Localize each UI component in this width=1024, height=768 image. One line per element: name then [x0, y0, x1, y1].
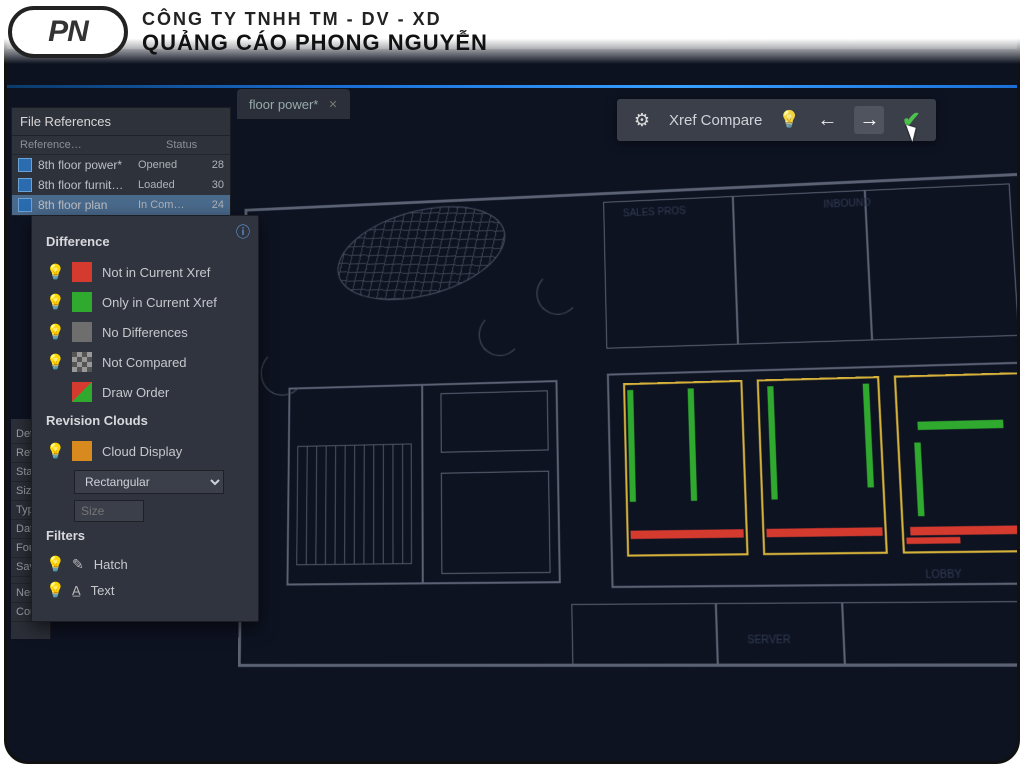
dwg-icon [18, 198, 32, 212]
logo-icon: PN [8, 6, 128, 58]
filter-hatch[interactable]: 💡Hatch [46, 551, 244, 577]
legend-item[interactable]: 💡Not Compared [46, 347, 244, 377]
filter-text[interactable]: 💡Text [46, 577, 244, 603]
file-references-panel: File References Reference… Status 8th fl… [11, 107, 231, 216]
gear-icon[interactable] [631, 109, 653, 131]
hatch-icon [72, 556, 84, 573]
cloud-display-toggle[interactable]: 💡Cloud Display [46, 436, 244, 466]
dwg-icon [18, 158, 32, 172]
panel-divider [7, 85, 1017, 88]
bulb-icon[interactable] [778, 109, 800, 131]
legend-item[interactable]: 💡No Differences [46, 317, 244, 347]
xref-compare-toolbar: Xref Compare [617, 99, 936, 141]
panel-title: File References [12, 108, 230, 136]
xref-compare-label: Xref Compare [669, 112, 762, 129]
dwg-icon [18, 178, 32, 192]
document-tab-label: floor power* [249, 97, 318, 112]
cloud-size-input[interactable] [74, 500, 144, 522]
section-heading: Revision Clouds [46, 413, 244, 428]
compare-settings-panel: ⓘ Difference 💡Not in Current Xref 💡Only … [31, 215, 259, 622]
legend-item[interactable]: Draw Order [46, 377, 244, 407]
previous-icon[interactable] [816, 109, 838, 131]
section-heading: Difference [46, 234, 244, 249]
cloud-shape-select[interactable]: Rectangular [74, 470, 224, 494]
legend-item[interactable]: 💡Only in Current Xref [46, 287, 244, 317]
table-row[interactable]: 8th floor furnit… Loaded 30 [12, 175, 230, 195]
section-heading: Filters [46, 528, 244, 543]
watermark-header: PN CÔNG TY TNHH TM - DV - XD QUẢNG CÁO P… [0, 0, 1024, 64]
text-icon [72, 583, 81, 598]
table-header: Reference… Status [12, 136, 230, 155]
info-icon[interactable]: ⓘ [236, 222, 250, 242]
next-icon[interactable] [854, 106, 884, 134]
company-line1: CÔNG TY TNHH TM - DV - XD [142, 9, 488, 30]
legend-item[interactable]: 💡Not in Current Xref [46, 257, 244, 287]
close-icon[interactable]: ✕ [328, 98, 337, 111]
table-row[interactable]: 8th floor power* Opened 28 [12, 155, 230, 175]
company-line2: QUẢNG CÁO PHONG NGUYỄN [142, 30, 488, 56]
table-row[interactable]: 8th floor plan In Com… 24 [12, 195, 230, 215]
document-tab[interactable]: floor power* ✕ [237, 89, 350, 119]
